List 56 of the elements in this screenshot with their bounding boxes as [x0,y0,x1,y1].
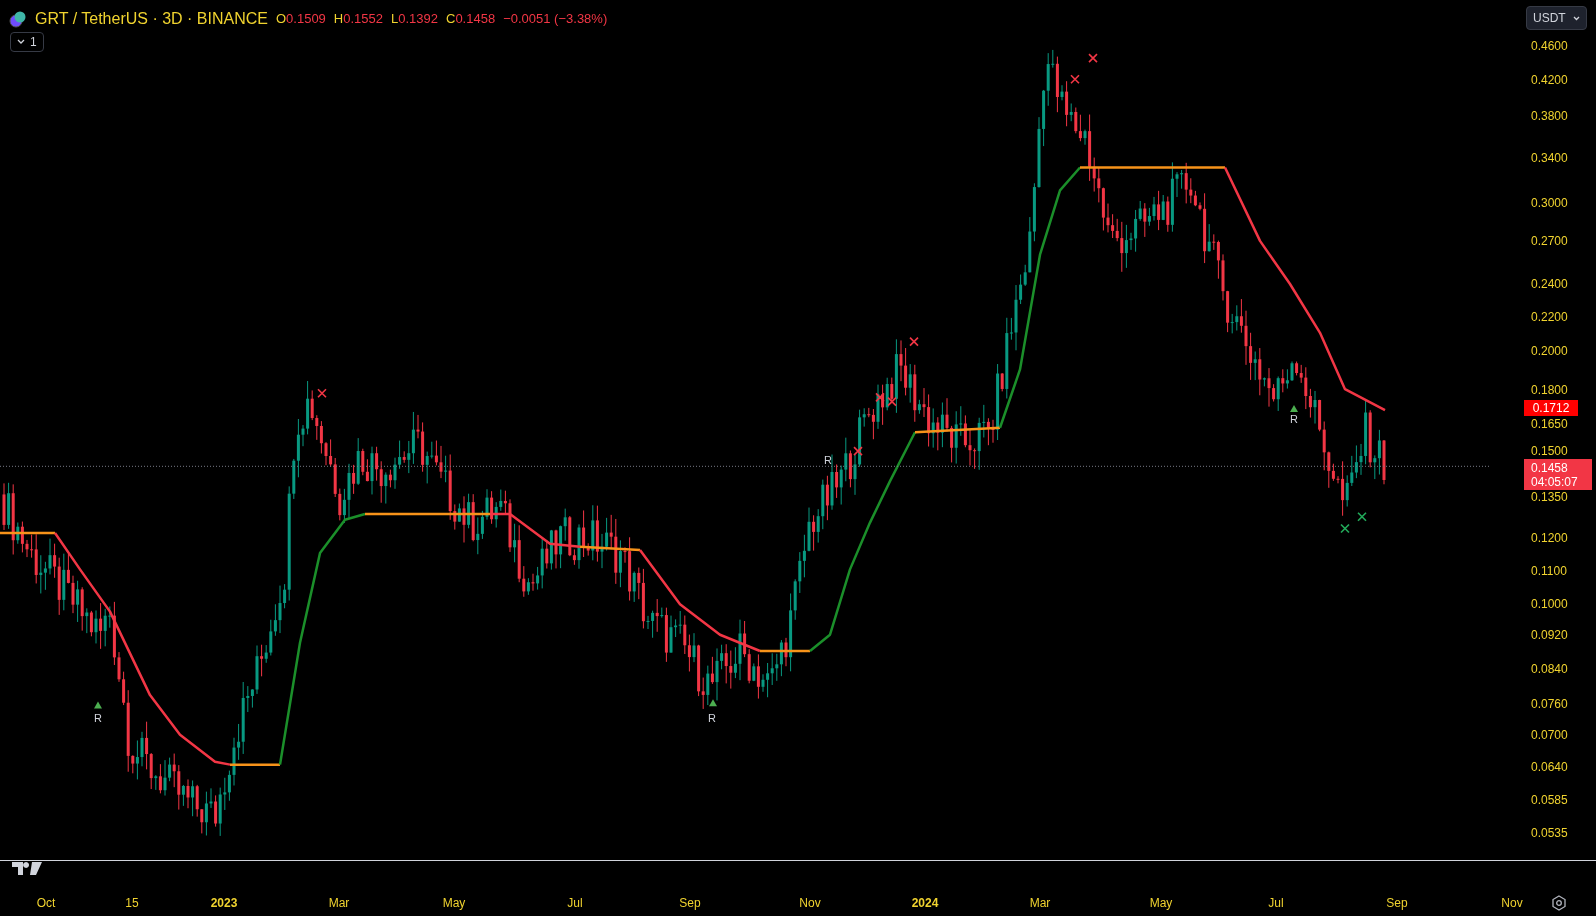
indicator-toggle-button[interactable]: 1 [10,32,44,52]
price-axis-label: 0.3400 [1531,152,1568,164]
time-axis-label: 2023 [210,897,238,909]
price-axis-label: 0.0640 [1531,761,1568,773]
price-axis-label: 0.0840 [1531,663,1568,675]
time-axis-label: 2024 [911,897,939,909]
price-axis-label: 0.3800 [1531,110,1568,122]
price-axis-label: 0.1350 [1531,491,1568,503]
signal-label: R [1290,414,1298,425]
signal-label: R [708,713,716,724]
price-axis-label: 0.2000 [1531,345,1568,357]
price-axis-label: 0.0535 [1531,827,1568,839]
price-axis-label: 0.1500 [1531,445,1568,457]
time-axis-label: May [1149,897,1173,909]
currency-dropdown[interactable]: USDT [1526,6,1587,30]
price-axis-label: 0.2700 [1531,235,1568,247]
price-axis-label: 0.1800 [1531,384,1568,396]
coin-logo-icon [9,10,27,28]
price-axis-label: 0.1100 [1531,565,1567,577]
time-axis-label: Jul [567,897,583,909]
time-axis-label: Mar [1029,897,1051,909]
time-axis-label: Oct [36,897,56,909]
ohlc-value: L0.1392 [391,10,438,29]
signal-label: R [94,713,102,724]
chevron-icon [17,39,25,45]
settings-icon[interactable] [1551,895,1567,911]
symbol-title[interactable]: GRT / TetherUS · 3D · BINANCE [35,7,268,31]
price-axis-label: 0.1650 [1531,418,1568,430]
time-axis-label: May [442,897,466,909]
last-price: 0.1458 [1531,460,1569,475]
time-axis-label: Sep [679,897,701,909]
ohlc-value: O0.1509 [275,10,326,29]
price-axis-label: 0.4600 [1531,40,1568,52]
price-axis-label: 0.0585 [1531,794,1568,806]
indicator-price-tag: 0.1712 [1524,400,1578,416]
time-axis-label: 15 [125,897,139,909]
price-change: −0.0051 (−3.38%) [503,10,608,29]
ohlc-value: H0.1552 [333,10,383,29]
price-axis-label: 0.1000 [1531,598,1568,610]
time-axis-label: Nov [799,897,821,909]
price-axis-label: 0.2200 [1531,311,1568,323]
price-axis-label: 0.0700 [1531,729,1568,741]
time-axis-label: Jul [1268,897,1284,909]
price-axis-label: 0.0920 [1531,629,1568,641]
price-axis-label: 0.1200 [1531,532,1568,544]
caret-icon [1573,15,1580,21]
time-axis-label: Mar [328,897,350,909]
price-axis-label: 0.2400 [1531,278,1568,290]
time-axis-label: Sep [1386,897,1408,909]
signal-label: R [824,455,832,466]
ohlc-value: C0.1458 [446,10,496,29]
price-axis-label: 0.0760 [1531,698,1568,710]
time-axis-label: Nov [1501,897,1523,909]
price-axis-label: 0.4200 [1531,74,1568,86]
bar-countdown: 04:05:07 [1531,474,1579,489]
price-axis-label: 0.3000 [1531,197,1568,209]
